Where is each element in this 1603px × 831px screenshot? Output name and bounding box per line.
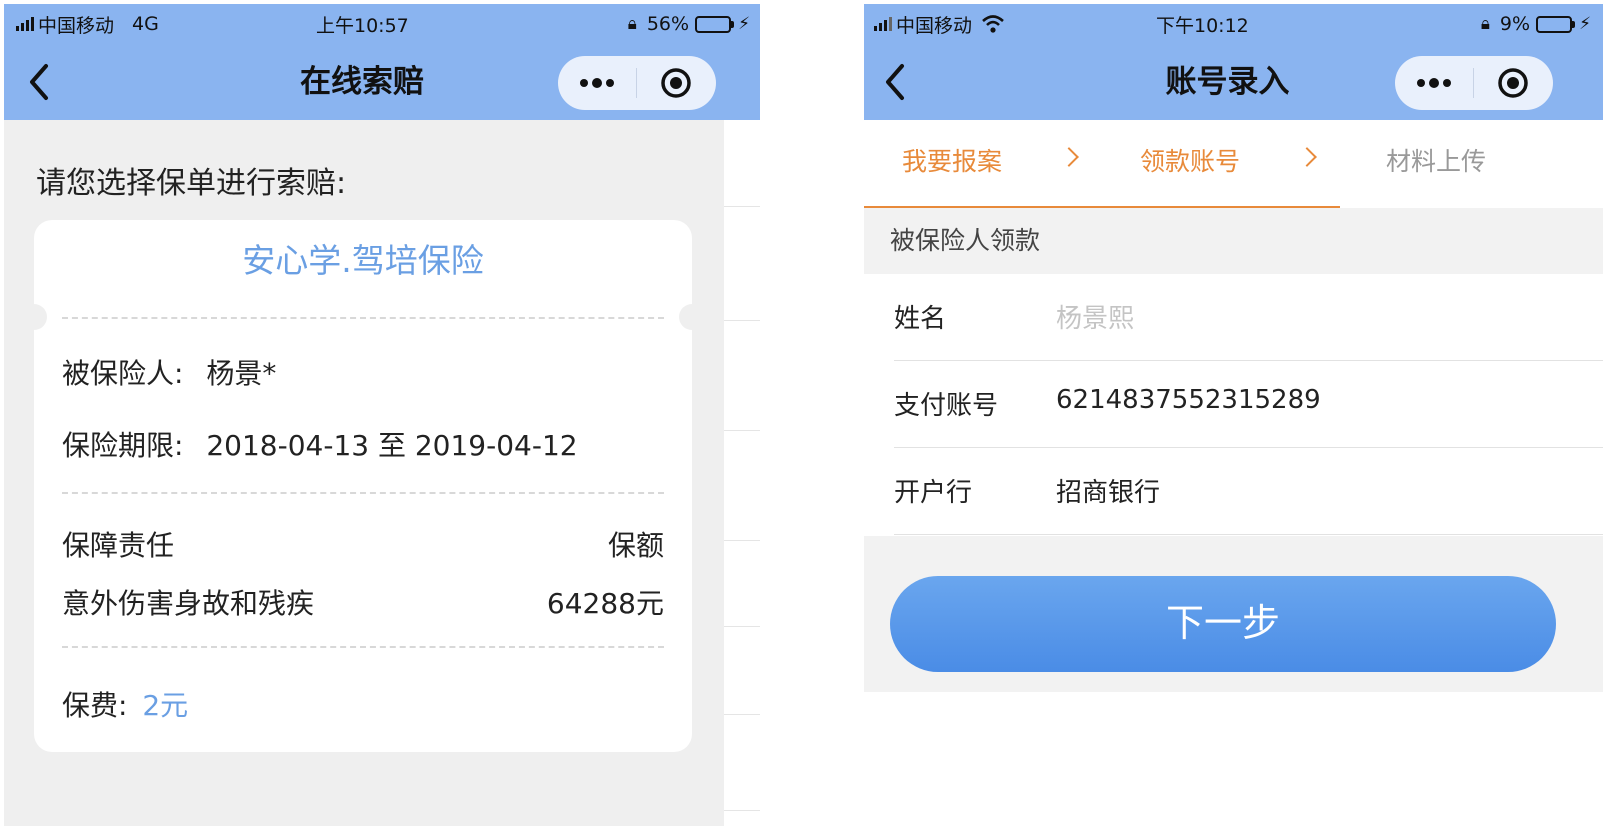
charging-icon: ⚡︎ [1579,14,1591,34]
name-label: 姓名 [894,304,947,334]
step-indicator: 我要报案 领款账号 材料上传 [864,120,1603,208]
coverage-header: 保障责任 [62,529,175,562]
signal-icon [874,17,892,31]
bank-input[interactable]: 招商银行 [1056,472,1160,509]
battery-percent: 9% [1499,13,1531,35]
policy-card[interactable]: 安心学.驾培保险 被保险人: 杨景* 保险期限: 2018-04-13 至 20… [21,220,705,752]
step-account[interactable]: 领款账号 [1140,142,1240,178]
carrier-label: 中国移动 [896,14,973,37]
insured-row: 被保险人: 杨景* [62,352,276,392]
nav-bar: 账号录入 [864,44,1603,120]
fee-label: 保费: [62,689,128,722]
bank-row[interactable]: 开户行 招商银行 [894,448,1603,535]
coverage-item: 意外伤害身故和残疾 [62,587,315,620]
nav-bar: 在线索赔 [4,44,760,120]
capsule-menu [558,56,716,110]
left-screen: 中国移动 4G 上午10:57 🔒︎ 56% ⚡︎ 在线索赔 请您选择保单进行索… [4,4,760,826]
page-bottom [864,692,1603,826]
insured-value: 杨景* [206,357,277,390]
status-time: 上午10:57 [316,14,409,37]
wifi-icon [982,15,1004,33]
name-input[interactable]: 杨景熙 [1056,298,1134,335]
period-label: 保险期限: [62,429,184,462]
name-row[interactable]: 姓名 杨景熙 [894,274,1603,361]
more-dots-icon[interactable] [558,56,636,110]
battery-icon [695,15,735,33]
charging-icon: ⚡︎ [738,14,750,34]
insured-label: 被保险人: [62,357,184,390]
more-dots-icon[interactable] [1395,56,1473,110]
chevron-right-icon [1297,147,1317,167]
account-form: 姓名 杨景熙 支付账号 6214837552315289 开户行 招商银行 [864,274,1603,536]
account-row[interactable]: 支付账号 6214837552315289 [894,361,1603,448]
fee-row: 保费: 2元 [62,684,188,724]
target-icon[interactable] [637,56,715,110]
side-strip [724,120,760,826]
battery-percent: 56% [646,13,690,35]
select-policy-prompt: 请您选择保单进行索赔: [36,166,347,201]
fee-value: 2元 [142,689,189,722]
orientation-lock-icon: 🔒︎ [1480,14,1490,34]
target-icon[interactable] [1474,56,1552,110]
capsule-menu [1395,56,1553,110]
status-bar: 中国移动 4G 上午10:57 🔒︎ 56% ⚡︎ [4,4,760,44]
status-bar: 中国移动 下午10:12 🔒︎ 9% ⚡︎ [864,4,1603,44]
chevron-right-icon [1059,147,1079,167]
section-title: 被保险人领款 [864,208,1603,274]
bank-label: 开户行 [894,478,973,508]
period-row: 保险期限: 2018-04-13 至 2019-04-12 [62,424,578,464]
network-label: 4G [132,13,159,35]
step-upload[interactable]: 材料上传 [1386,142,1486,178]
button-area: 下一步 [864,536,1603,692]
amount-header: 保额 [607,529,664,562]
account-input[interactable]: 6214837552315289 [1056,385,1321,415]
period-value: 2018-04-13 至 2019-04-12 [206,429,578,462]
carrier-label: 中国移动 [38,14,115,37]
next-step-button[interactable]: 下一步 [890,576,1556,672]
right-screen: 中国移动 下午10:12 🔒︎ 9% ⚡︎ 账号录入 我要报案 领款账号 材料上… [864,4,1603,826]
orientation-lock-icon: 🔒︎ [627,14,637,34]
status-time: 下午10:12 [1156,14,1249,37]
step-report[interactable]: 我要报案 [902,142,1002,178]
account-label: 支付账号 [894,391,999,421]
signal-icon [16,17,34,31]
coverage-amount: 64288元 [546,587,664,620]
policy-title: 安心学.驾培保险 [242,241,484,280]
battery-icon [1536,15,1576,33]
